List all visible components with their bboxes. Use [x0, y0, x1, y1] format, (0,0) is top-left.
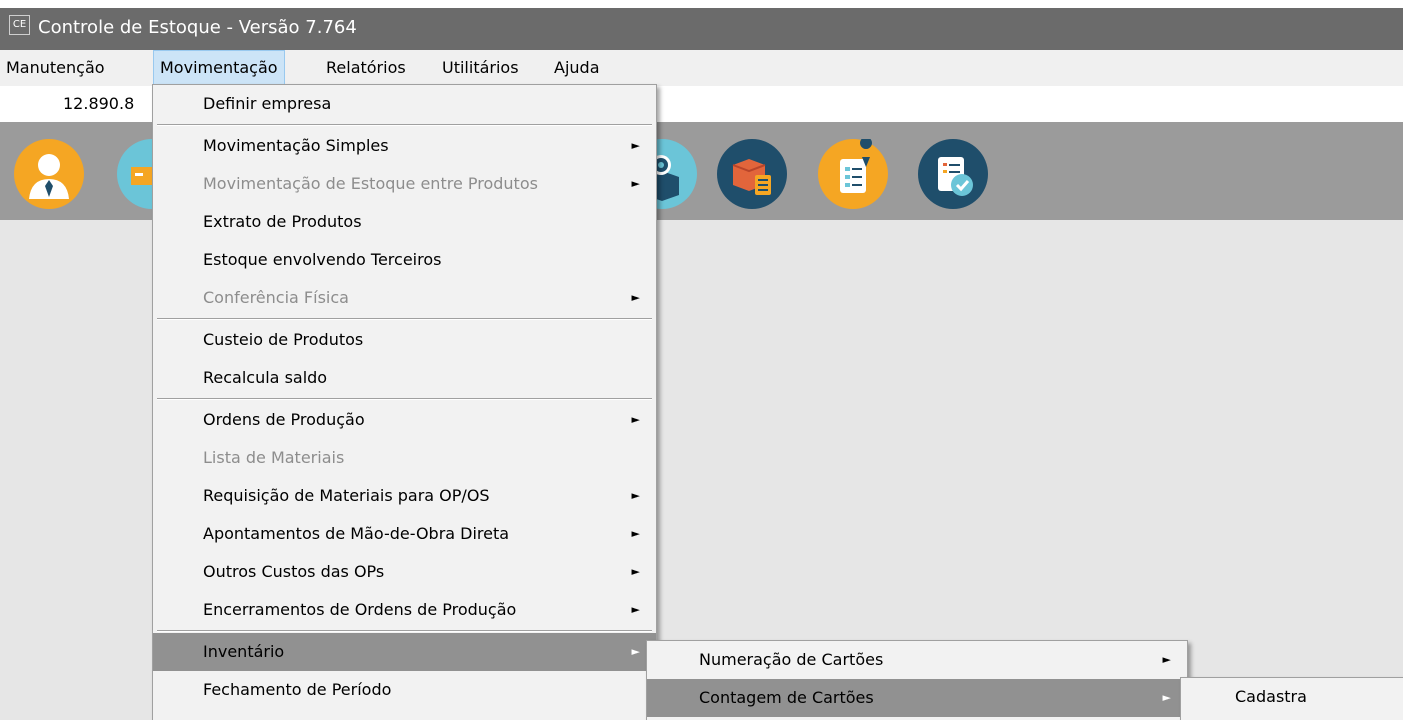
menu-item-label: Recalcula saldo: [203, 368, 328, 387]
document-check-icon[interactable]: [918, 139, 988, 209]
submenu-arrow-icon: ►: [631, 603, 640, 616]
contagem-submenu: Cadastra: [1180, 677, 1403, 720]
menu-item-label: Estoque envolvendo Terceiros: [203, 250, 442, 269]
box-checklist-icon[interactable]: [717, 139, 787, 209]
menu-item-label: Outros Custos das OPs: [203, 562, 385, 581]
menu-item-lista-materiais: Lista de Materiais: [153, 439, 656, 477]
menu-item-label: Contagem de Cartões: [699, 688, 874, 707]
clipboard-location-icon[interactable]: [818, 137, 888, 209]
menu-item-label: Definir empresa: [203, 94, 332, 113]
menu-item-contagem-cartoes[interactable]: Contagem de Cartões ►: [647, 679, 1187, 717]
menu-utilitarios[interactable]: Utilitários: [436, 50, 525, 86]
menu-item-label: Numeração de Cartões: [699, 650, 884, 669]
menu-item-label: Ordens de Produção: [203, 410, 365, 429]
submenu-arrow-icon: ►: [631, 291, 640, 304]
menu-item-label: Custeio de Produtos: [203, 330, 364, 349]
menu-separator: [157, 318, 652, 320]
user-icon[interactable]: [14, 139, 84, 209]
submenu-arrow-icon: ►: [1162, 653, 1171, 666]
submenu-arrow-icon: ►: [631, 177, 640, 190]
menu-item-label: Inventário: [203, 642, 285, 661]
menu-item-numeracao-cartoes[interactable]: Numeração de Cartões ►: [647, 641, 1187, 679]
menu-item-custeio-produtos[interactable]: Custeio de Produtos: [153, 321, 656, 359]
menu-ajuda[interactable]: Ajuda: [548, 50, 606, 86]
menu-separator: [157, 630, 652, 632]
menu-item-inventario[interactable]: Inventário ►: [153, 633, 656, 671]
inventario-submenu: Numeração de Cartões ► Contagem de Cartõe…: [646, 640, 1188, 720]
menu-item-conferencia-fisica: Conferência Física ►: [153, 279, 656, 317]
menu-item-encerramentos-ordens[interactable]: Encerramentos de Ordens de Produção ►: [153, 591, 656, 629]
menu-item-label: Apontamentos de Mão-de-Obra Direta: [203, 524, 510, 543]
submenu-arrow-icon: ►: [631, 489, 640, 502]
menu-item-label: Lista de Materiais: [203, 448, 345, 467]
menu-movimentacao[interactable]: Movimentação: [153, 50, 285, 86]
menu-item-movimentacao-estoque-produtos: Movimentação de Estoque entre Produtos ►: [153, 165, 656, 203]
menu-item-label: Extrato de Produtos: [203, 212, 362, 231]
submenu-arrow-icon: ►: [631, 527, 640, 540]
menu-item-label: Movimentação Simples: [203, 136, 389, 155]
menu-item-label: Fechamento de Período: [203, 680, 392, 699]
menu-item-recalcula-saldo[interactable]: Recalcula saldo: [153, 359, 656, 397]
submenu-arrow-icon: ►: [631, 645, 640, 658]
app-icon[interactable]: CE: [9, 15, 30, 35]
menu-manutencao[interactable]: Manutenção: [0, 50, 111, 86]
menu-item-label: Conferência Física: [203, 288, 349, 307]
submenu-arrow-icon: ►: [631, 565, 640, 578]
menu-item-label: Movimentação de Estoque entre Produtos: [203, 174, 538, 193]
menu-bar: Manutenção Movimentação Relatórios Utili…: [0, 50, 1403, 86]
menu-item-outros-custos-ops[interactable]: Outros Custos das OPs ►: [153, 553, 656, 591]
window-title: Controle de Estoque - Versão 7.764: [38, 17, 357, 38]
menu-item-estoque-terceiros[interactable]: Estoque envolvendo Terceiros: [153, 241, 656, 279]
submenu-arrow-icon: ►: [631, 139, 640, 152]
value-display: 12.890.8: [63, 94, 135, 113]
menu-item-apontamentos-mao-obra[interactable]: Apontamentos de Mão-de-Obra Direta ►: [153, 515, 656, 553]
menu-item-label: Encerramentos de Ordens de Produção: [203, 600, 517, 619]
menu-item-extrato-produtos[interactable]: Extrato de Produtos: [153, 203, 656, 241]
menu-item-definir-empresa[interactable]: Definir empresa: [153, 85, 656, 123]
menu-item-ordens-producao[interactable]: Ordens de Produção ►: [153, 401, 656, 439]
submenu-arrow-icon: ►: [1162, 691, 1171, 704]
menu-item-movimentacao-simples[interactable]: Movimentação Simples ►: [153, 127, 656, 165]
menu-item-fechamento-periodo[interactable]: Fechamento de Período: [153, 671, 656, 709]
menu-item-requisicao-materiais[interactable]: Requisição de Materiais para OP/OS ►: [153, 477, 656, 515]
movimentacao-menu: Definir empresa Movimentação Simples ► Mo…: [152, 84, 657, 720]
menu-item-label: Requisição de Materiais para OP/OS: [203, 486, 490, 505]
menu-separator: [157, 398, 652, 400]
title-bar: CE Controle de Estoque - Versão 7.764: [0, 0, 1403, 50]
menu-relatorios[interactable]: Relatórios: [320, 50, 412, 86]
submenu-arrow-icon: ►: [631, 413, 640, 426]
menu-item-cadastra[interactable]: Cadastra: [1181, 678, 1403, 716]
menu-separator: [157, 124, 652, 126]
menu-item-label: Cadastra: [1235, 687, 1307, 706]
